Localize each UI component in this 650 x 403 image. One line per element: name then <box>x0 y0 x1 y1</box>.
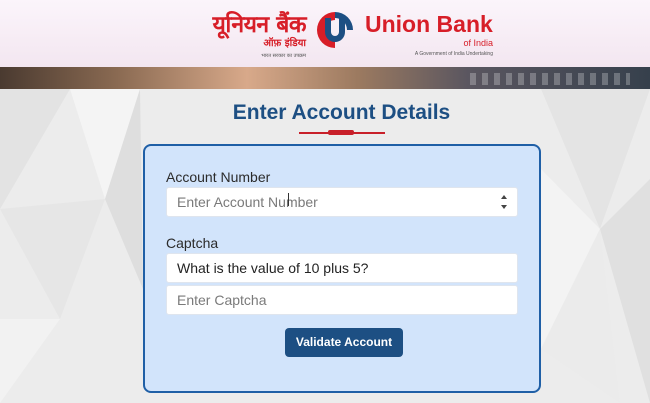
captcha-label: Captcha <box>166 235 219 251</box>
banner-decoration <box>470 73 630 85</box>
banner-image <box>0 67 650 89</box>
logo-english-sub: of India <box>463 38 493 48</box>
account-number-input[interactable]: Enter Account Number <box>166 187 518 217</box>
union-bank-logo-icon <box>317 12 353 48</box>
account-number-label: Account Number <box>166 169 271 185</box>
spinner-down-icon[interactable] <box>501 205 507 209</box>
text-cursor <box>288 193 289 206</box>
number-spinner-icon[interactable] <box>501 193 509 211</box>
captcha-placeholder: Enter Captcha <box>177 292 267 308</box>
logo-english-tagline: A Government of India Undertaking <box>414 51 493 57</box>
captcha-question: What is the value of 10 plus 5? <box>166 253 518 283</box>
logo-english-main: Union Bank <box>365 11 493 37</box>
logo-hindi-main: यूनियन बैंक <box>212 12 307 38</box>
logo-hindi: यूनियन बैंक ऑफ़ इंडिया भारत सरकार का उपक… <box>176 11 307 60</box>
account-details-form: Account Number Enter Account Number Capt… <box>143 144 541 393</box>
logo-hindi-sub: ऑफ़ इंडिया <box>263 38 306 49</box>
captcha-input[interactable]: Enter Captcha <box>166 285 518 315</box>
account-number-placeholder: Enter Account Number <box>177 194 318 210</box>
site-header: यूनियन बैंक ऑफ़ इंडिया भारत सरकार का उपक… <box>0 0 650 67</box>
validate-account-button[interactable]: Validate Account <box>285 328 403 357</box>
logo-hindi-tagline: भारत सरकार का उपक्रम <box>261 53 306 59</box>
page-title: Enter Account Details <box>232 101 451 124</box>
title-underline-accent <box>328 130 354 135</box>
logo-english: Union Bank of India A Government of Indi… <box>365 11 493 58</box>
spinner-up-icon[interactable] <box>501 195 507 199</box>
